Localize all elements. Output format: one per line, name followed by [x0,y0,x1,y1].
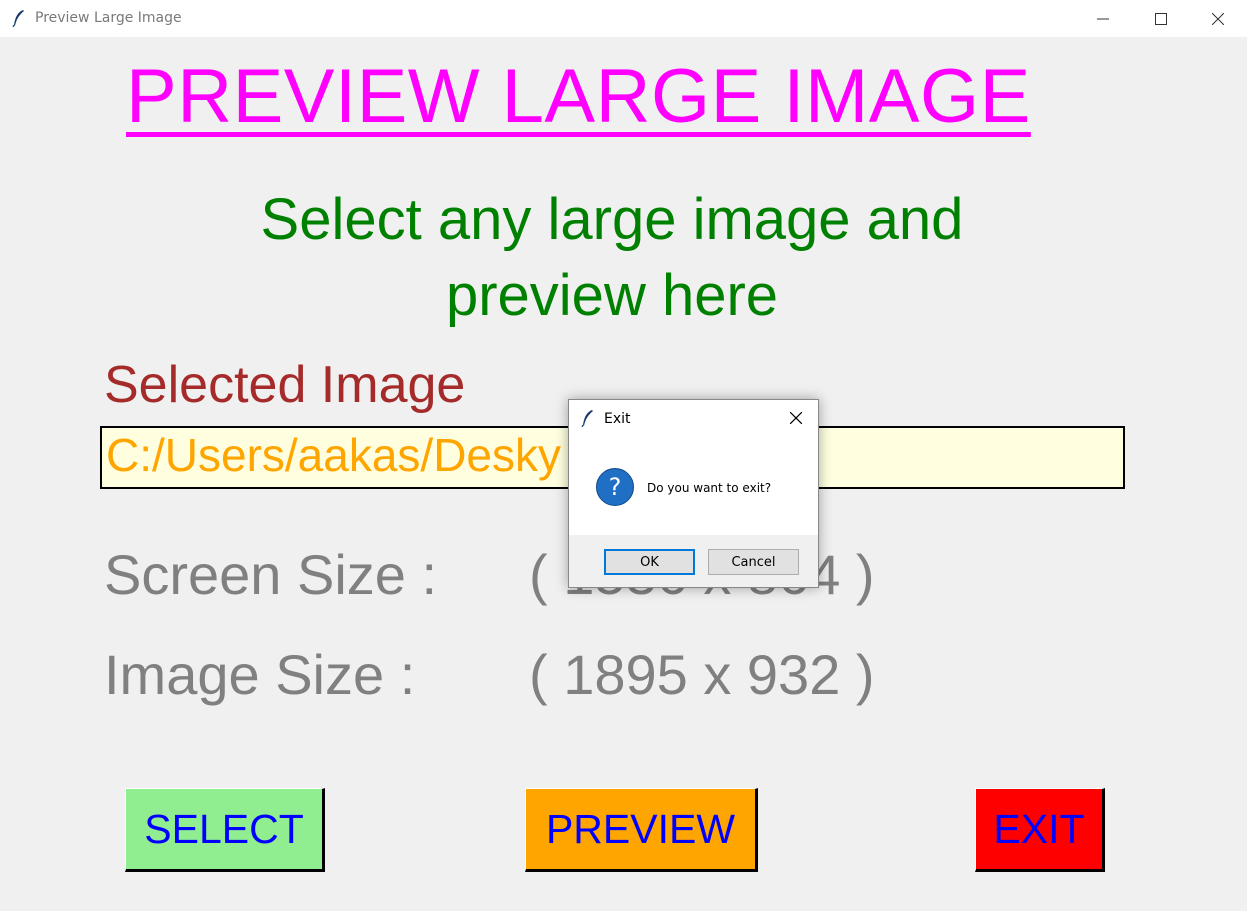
exit-button[interactable]: EXIT [975,788,1105,872]
close-icon [790,412,802,424]
maximize-icon [1155,12,1167,25]
close-button[interactable] [1189,0,1247,37]
dialog-close-button[interactable] [774,400,818,436]
image-size-label: Image Size : [104,643,416,706]
feather-icon [12,10,24,27]
preview-button[interactable]: PREVIEW [525,788,758,872]
screen-size-label: Screen Size : [104,543,438,606]
selected-image-label: Selected Image [104,356,466,414]
dialog-message: Do you want to exit? [647,481,772,495]
page-title: PREVIEW LARGE IMAGE [126,54,1031,139]
maximize-button[interactable] [1132,0,1190,37]
feather-icon [581,410,593,427]
exit-dialog: Exit ? Do you want to exit? OK Cancel [568,399,819,588]
dialog-footer: OK Cancel [569,535,818,587]
minimize-button[interactable] [1074,0,1132,37]
title-bar: Preview Large Image [0,0,1247,37]
subtitle: Select any large image and preview here [112,182,1112,334]
subtitle-line-1: Select any large image and [260,187,964,252]
minimize-icon [1097,18,1109,19]
question-icon: ? [596,468,634,506]
cancel-button[interactable]: Cancel [708,549,799,575]
close-icon [1212,12,1224,25]
image-path-value: C:/Users/aakas/Desky [106,429,562,481]
ok-button[interactable]: OK [604,549,695,575]
dialog-title: Exit [604,411,631,427]
window-title: Preview Large Image [35,10,182,26]
image-size-value: ( 1895 x 932 ) [529,643,875,706]
select-button[interactable]: SELECT [125,788,325,872]
subtitle-line-2: preview here [445,263,779,328]
